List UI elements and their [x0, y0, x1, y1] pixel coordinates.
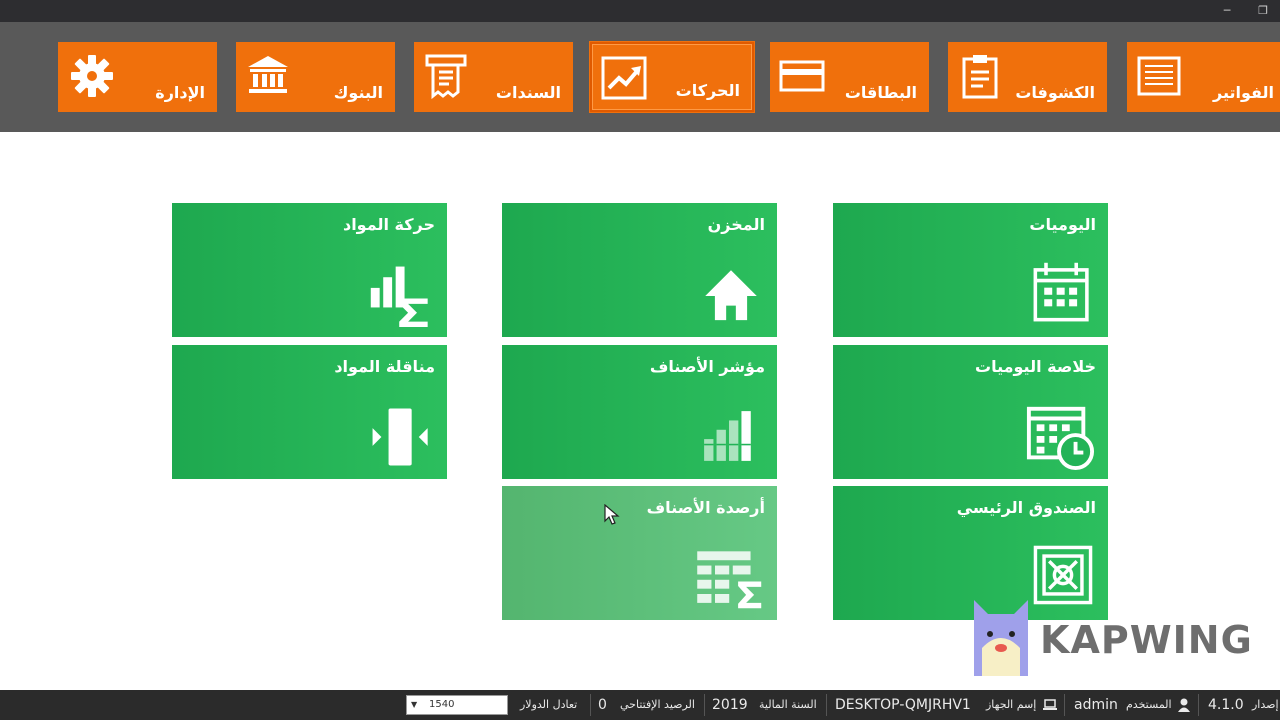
tile-label: المخزن	[707, 215, 765, 234]
dollar-rate-value: 1540	[429, 699, 455, 710]
transfer-icon	[372, 408, 428, 466]
laptop-icon	[1043, 699, 1057, 710]
restore-button[interactable]: ❐	[1254, 3, 1272, 19]
chevron-down-icon[interactable]: ▼	[411, 696, 417, 714]
calendar-icon	[1033, 262, 1089, 322]
tile-journals[interactable]: اليوميات	[833, 203, 1108, 337]
receipt-icon	[425, 54, 467, 100]
tile-journal-summary[interactable]: خلاصة اليوميات	[833, 345, 1108, 479]
nav-tile-label: الفواتير	[1212, 83, 1274, 102]
version-label: إصدار	[1252, 698, 1279, 711]
bar-chart-icon	[704, 411, 751, 461]
clipboard-icon	[962, 55, 998, 99]
nav-tile-label: الإدارة	[155, 83, 205, 102]
nav-tile-movements[interactable]: الحركات	[589, 41, 755, 113]
status-bar: ▼ 1540 تعادل الدولار 0 الرصيد الإفتتاحي …	[0, 690, 1280, 720]
tile-label: حركة المواد	[342, 215, 435, 234]
nav-tile-administration[interactable]: الإدارة	[58, 42, 217, 112]
fiscal-year-label: السنة المالية	[759, 698, 817, 711]
bank-icon	[248, 56, 288, 93]
chart-sum-icon	[370, 266, 428, 327]
dollar-rate-field[interactable]: ▼ 1540	[406, 695, 508, 715]
nav-tile-label: الحركات	[675, 81, 740, 100]
minimize-button[interactable]: ─	[1218, 3, 1236, 19]
user-label: المستخدم	[1126, 698, 1172, 711]
status-separator	[590, 694, 591, 716]
watermark-text: KAPWING	[1040, 618, 1253, 662]
user-icon	[1178, 698, 1190, 712]
status-separator	[704, 694, 705, 716]
status-separator	[826, 694, 827, 716]
nav-tile-vouchers[interactable]: السندات	[414, 42, 573, 112]
content-area: اليوميات خلاصة اليوميات الصندوق الرئيسي …	[0, 132, 1280, 690]
status-separator	[1198, 694, 1199, 716]
nav-tile-label: البطاقات	[844, 83, 917, 102]
nav-tile-invoices[interactable]: الفواتير	[1127, 42, 1280, 112]
window-titlebar: ─ ❐	[0, 0, 1280, 22]
tile-item-indicator[interactable]: مؤشر الأصناف	[502, 345, 777, 479]
user-value: admin	[1074, 697, 1118, 713]
nav-tile-statements[interactable]: الكشوفات	[948, 42, 1107, 112]
version-value: 4.1.0	[1208, 697, 1244, 713]
tile-label: أرصدة الأصناف	[646, 498, 765, 517]
watermark: KAPWING	[970, 598, 1260, 678]
tile-material-movement[interactable]: حركة المواد	[172, 203, 447, 337]
opening-balance-value: 0	[598, 697, 607, 713]
home-icon	[705, 270, 757, 321]
trend-chart-icon	[601, 56, 647, 100]
nav-tile-label: الكشوفات	[1015, 83, 1095, 102]
device-name-label: إسم الجهاز	[986, 698, 1037, 711]
tile-label: مؤشر الأصناف	[649, 357, 765, 376]
status-separator	[1064, 694, 1065, 716]
nav-tile-banks[interactable]: البنوك	[236, 42, 395, 112]
mouse-cursor-icon	[604, 504, 620, 525]
safe-icon	[1033, 545, 1093, 605]
opening-balance-label: الرصيد الإفتتاحي	[620, 698, 695, 711]
tile-label: اليوميات	[1029, 215, 1096, 234]
gear-icon	[71, 55, 113, 97]
tile-label: الصندوق الرئيسي	[956, 498, 1096, 517]
nav-tile-cards[interactable]: البطاقات	[770, 42, 929, 112]
tile-material-transfer[interactable]: مناقلة المواد	[172, 345, 447, 479]
main-navigation: الإدارة البنوك السندات الحركات البطاقات …	[0, 22, 1280, 132]
nav-tile-label: البنوك	[333, 83, 383, 102]
table-sum-icon	[697, 551, 762, 609]
nav-tile-label: السندات	[495, 83, 561, 102]
tile-label: مناقلة المواد	[334, 357, 435, 376]
tile-item-balances[interactable]: أرصدة الأصناف	[502, 486, 777, 620]
tile-warehouse[interactable]: المخزن	[502, 203, 777, 337]
invoice-icon	[1137, 56, 1181, 96]
card-icon	[779, 60, 825, 92]
calendar-clock-icon	[1026, 406, 1095, 471]
fiscal-year-value: 2019	[712, 697, 748, 713]
kapwing-mascot-icon	[974, 600, 1028, 676]
device-name-value: DESKTOP-QMJRHV1	[835, 697, 971, 713]
dollar-rate-label: تعادل الدولار	[520, 698, 578, 711]
tile-label: خلاصة اليوميات	[975, 357, 1096, 376]
